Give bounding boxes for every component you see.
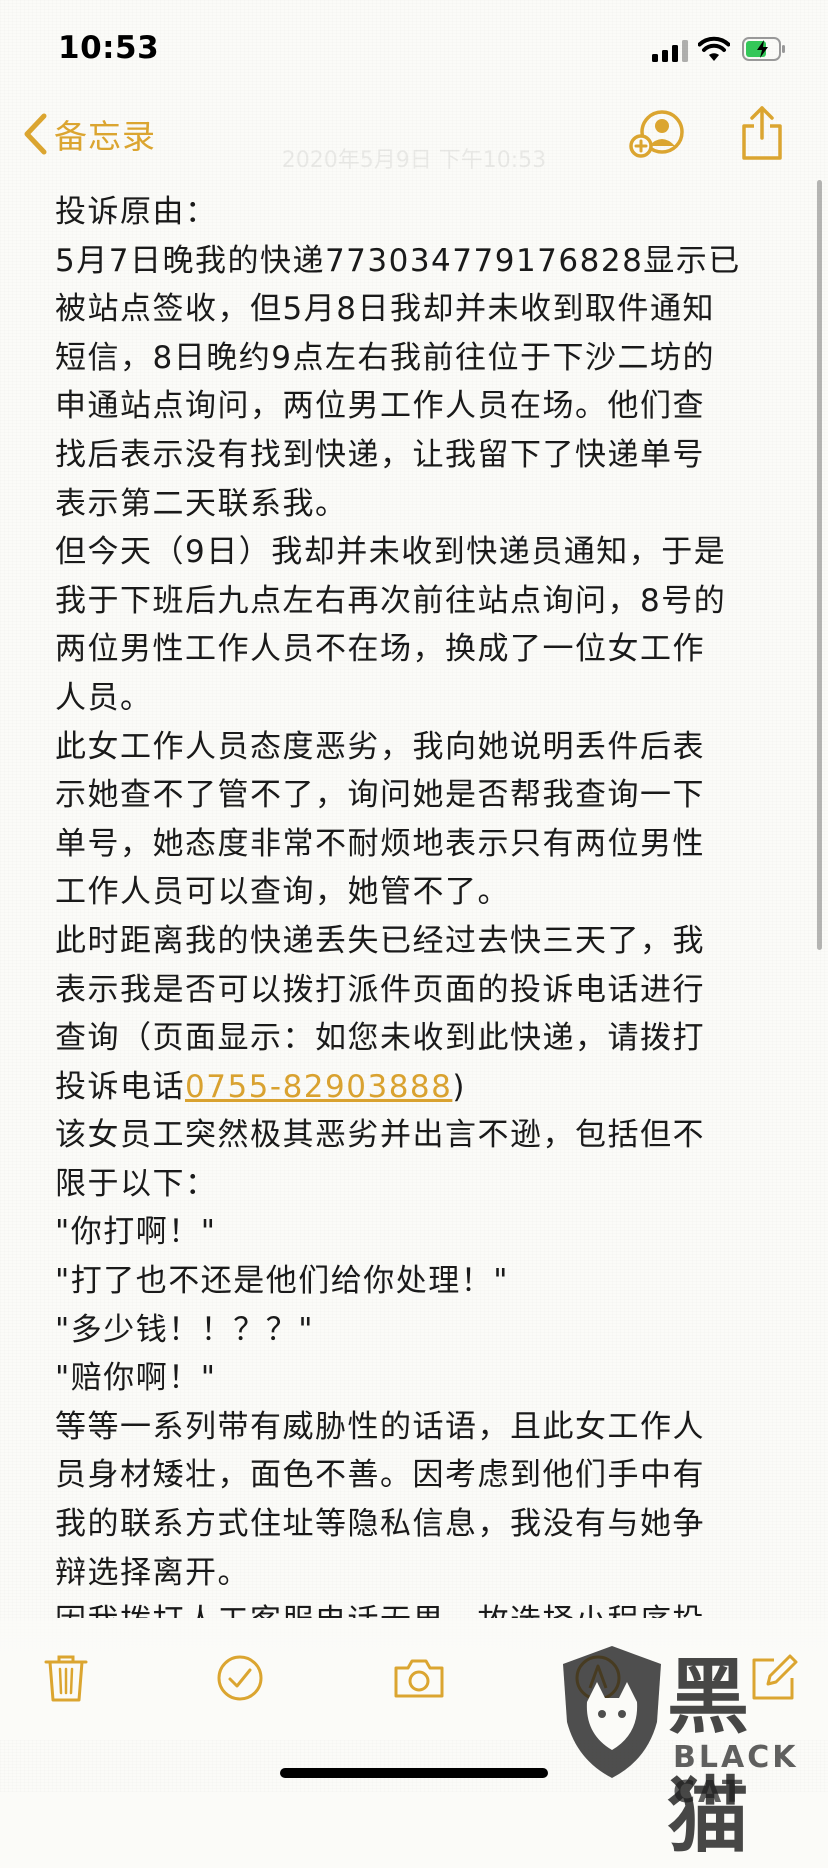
home-indicator[interactable] (280, 1768, 548, 1778)
note-line: 表示第二天联系我。 (55, 485, 348, 522)
battery-charging-icon (742, 37, 785, 61)
note-line: 但今天（9日）我却并未收到快递员通知，于是 (55, 534, 727, 571)
chevron-left-icon (24, 113, 47, 155)
note-line: 等等一系列带有威胁性的话语，且此女工作人 (55, 1408, 705, 1445)
trash-icon[interactable] (40, 1652, 92, 1704)
scroll-indicator[interactable] (817, 180, 822, 950)
black-cat-shield-icon (563, 1646, 661, 1778)
back-label: 备忘录 (54, 117, 156, 156)
note-line: 我的联系方式住址等隐私信息，我没有与她争 (55, 1506, 705, 1543)
camera-icon[interactable] (392, 1652, 446, 1704)
note-line: 该女员工突然极其恶劣并出言不逊，包括但不 (55, 1117, 705, 1154)
note-body[interactable]: 投诉原由： 5月7日晚我的快递773034779176828显示已 被站点签收，… (55, 188, 783, 1618)
note-line: 被站点签收，但5月8日我却并未收到取件通知 (55, 291, 715, 328)
note-line: 人员。 (55, 679, 153, 716)
note-line: "多少钱！！？？" (55, 1311, 315, 1348)
back-button[interactable]: 备忘录 (22, 108, 156, 160)
navigation-bar: 2020年5月9日 下午10:53 备忘录 (0, 96, 828, 176)
wifi-icon (698, 36, 730, 61)
share-icon[interactable] (738, 104, 786, 162)
note-line: "打了也不还是他们给你处理！" (55, 1263, 510, 1300)
checklist-icon[interactable] (214, 1652, 266, 1704)
person-add-icon[interactable] (628, 108, 688, 160)
note-line: "赔你啊！" (55, 1360, 217, 1397)
note-line: 辩选择离开。 (55, 1554, 250, 1591)
phone-line-suffix: ) (452, 1068, 466, 1105)
note-line: 工作人员可以查询，她管不了。 (55, 874, 510, 911)
note-line: 单号，她态度非常不耐烦地表示只有两位男性 (55, 825, 705, 862)
note-line: 我于下班后九点左右再次前往站点询问，8号的 (55, 582, 727, 619)
note-line: 投诉原由： (55, 194, 218, 230)
status-time: 10:53 (58, 30, 160, 66)
note-line: 此女工作人员态度恶劣，我向她说明丢件后表 (55, 728, 705, 765)
cellular-signal-icon (652, 38, 688, 62)
watermark: 黑猫 BLACK CAT (555, 1612, 828, 1864)
note-line: 短信，8日晚约9点左右我前往位于下沙二坊的 (55, 339, 715, 376)
status-bar: 10:53 (0, 0, 828, 96)
watermark-en: BLACK CAT (673, 1740, 799, 1810)
note-line: 两位男性工作人员不在场，换成了一位女工作 (55, 631, 705, 668)
note-line: 示她查不了管不了，询问她是否帮我查询一下 (55, 777, 705, 814)
note-line: 找后表示没有找到快递，让我留下了快递单号 (55, 436, 705, 473)
note-line: "你打啊！" (55, 1214, 217, 1251)
note-line: 限于以下： (55, 1165, 218, 1202)
phone-link[interactable]: 0755-82903888 (185, 1069, 452, 1105)
note-line: 查询（页面显示：如您未收到此快递，请拨打 (55, 1020, 705, 1057)
phone-line: 投诉电话0755-82903888) (55, 1063, 783, 1112)
phone-line-prefix: 投诉电话 (55, 1068, 185, 1105)
note-line: 5月7日晚我的快递773034779176828显示已 (55, 242, 741, 279)
note-line: 表示我是否可以拨打派件页面的投诉电话进行 (55, 971, 705, 1008)
note-line: 此时距离我的快递丢失已经过去快三天了，我 (55, 922, 705, 959)
note-line: 员身材矮壮，面色不善。因考虑到他们手中有 (55, 1457, 705, 1494)
note-line: 申通站点询问，两位男工作人员在场。他们查 (55, 388, 705, 425)
